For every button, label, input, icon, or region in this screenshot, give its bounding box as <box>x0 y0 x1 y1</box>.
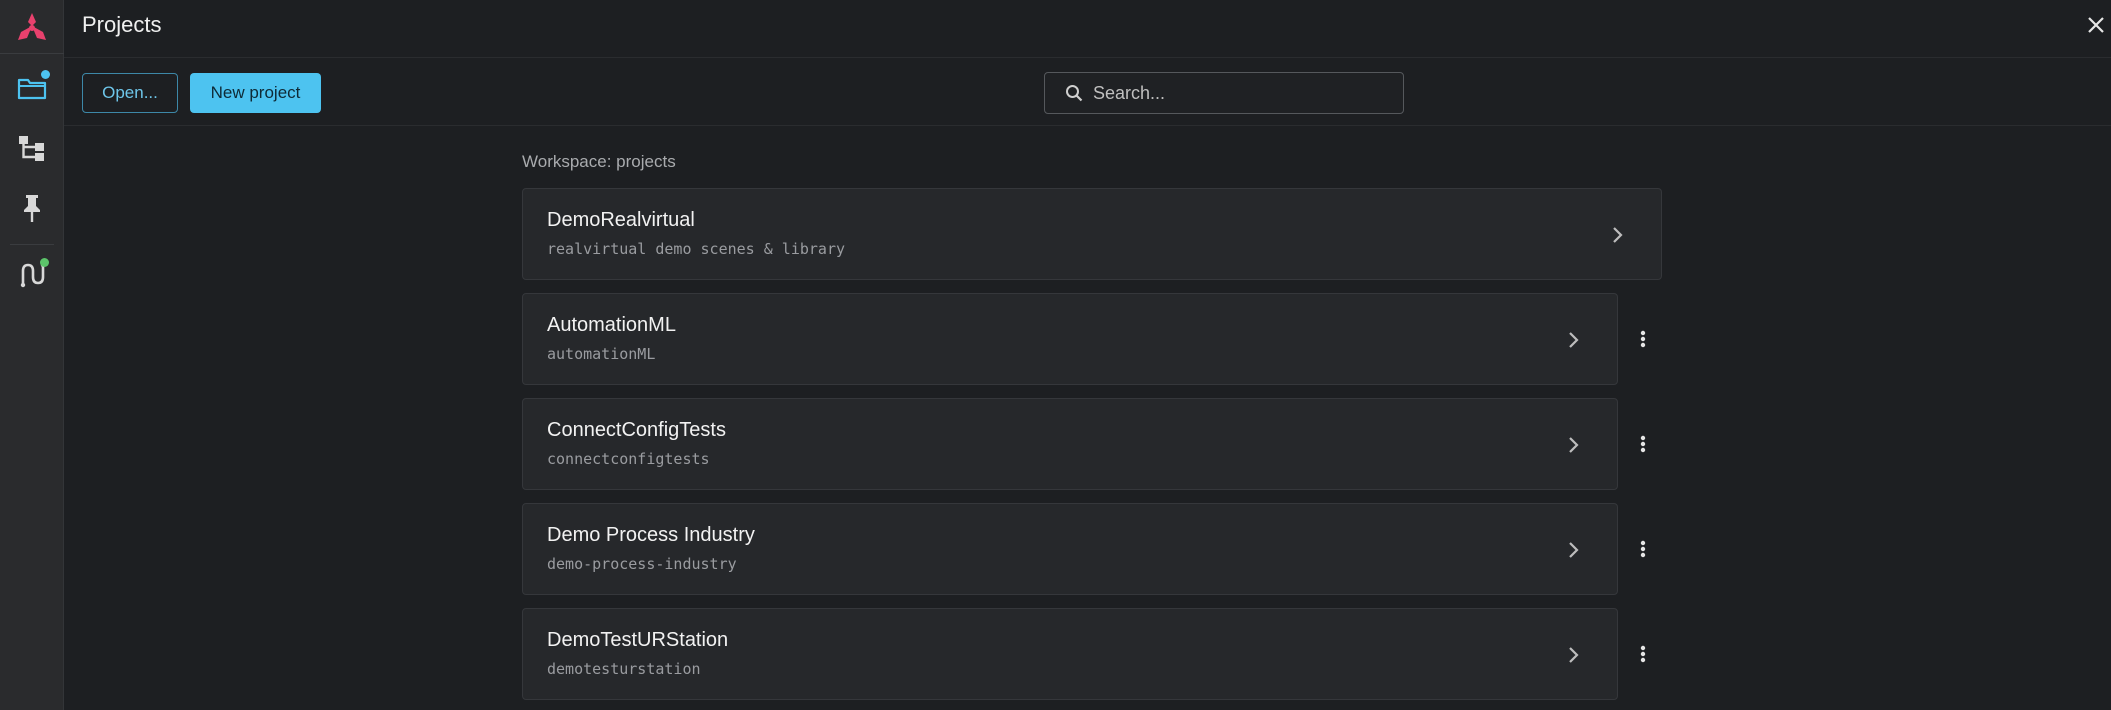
pin-icon <box>24 195 40 222</box>
rail-pin-button[interactable] <box>8 184 56 232</box>
chevron-right-icon <box>1561 643 1585 667</box>
search-icon <box>1066 85 1083 102</box>
more-vertical-icon <box>1640 540 1646 558</box>
folder-icon <box>17 78 47 100</box>
project-menu-button[interactable] <box>1629 531 1657 567</box>
chevron-right-icon <box>1561 433 1585 457</box>
rail-divider <box>10 244 54 245</box>
search-input[interactable] <box>1093 82 1373 104</box>
project-card[interactable]: ConnectConfigTests connectconfigtests <box>522 398 1618 490</box>
project-card[interactable]: DemoRealvirtual realvirtual demo scenes … <box>522 188 1662 280</box>
project-card[interactable]: AutomationML automationML <box>522 293 1618 385</box>
workspace-label: Workspace: projects <box>522 152 676 171</box>
chevron-right-icon <box>1605 223 1629 247</box>
chevron-right-icon <box>1561 328 1585 352</box>
project-name: DemoTestURStation <box>547 629 729 651</box>
project-card[interactable]: DemoTestURStation demotesturstation <box>522 608 1618 700</box>
app-logo <box>0 0 64 54</box>
more-vertical-icon <box>1640 645 1646 663</box>
project-menu-button[interactable] <box>1629 321 1657 357</box>
more-vertical-icon <box>1640 435 1646 453</box>
projects-window: Projects Open... New project Workspace: … <box>0 0 2111 710</box>
rail-connection-button[interactable] <box>8 250 56 298</box>
new-project-button[interactable]: New project <box>190 73 321 113</box>
project-name: Demo Process Industry <box>547 524 755 546</box>
more-vertical-icon <box>1640 330 1646 348</box>
project-slug: demo-process-industry <box>547 555 737 573</box>
page-title: Projects <box>82 12 162 37</box>
chevron-right-icon <box>1561 538 1585 562</box>
project-name: ConnectConfigTests <box>547 419 726 441</box>
rail-hierarchy-button[interactable] <box>8 124 56 172</box>
notification-badge <box>41 70 50 79</box>
project-slug: realvirtual demo scenes & library <box>547 240 846 258</box>
open-button[interactable]: Open... <box>82 73 178 113</box>
hierarchy-icon <box>19 136 44 161</box>
rail-projects-button[interactable] <box>8 64 56 112</box>
project-name: AutomationML <box>547 314 676 336</box>
project-name: DemoRealvirtual <box>547 209 695 231</box>
project-slug: automationML <box>547 345 656 363</box>
side-rail <box>0 0 64 710</box>
project-slug: demotesturstation <box>547 660 701 678</box>
logo-icon <box>18 12 46 40</box>
toolbar: Open... New project <box>64 58 2111 126</box>
close-button[interactable] <box>2081 10 2111 40</box>
status-badge <box>40 258 49 267</box>
page-header: Projects <box>64 0 2111 58</box>
close-icon <box>2088 17 2104 33</box>
project-menu-button[interactable] <box>1629 636 1657 672</box>
project-menu-button[interactable] <box>1629 426 1657 462</box>
project-slug: connectconfigtests <box>547 450 710 468</box>
project-card[interactable]: Demo Process Industry demo-process-indus… <box>522 503 1618 595</box>
search-box[interactable] <box>1044 72 1404 114</box>
